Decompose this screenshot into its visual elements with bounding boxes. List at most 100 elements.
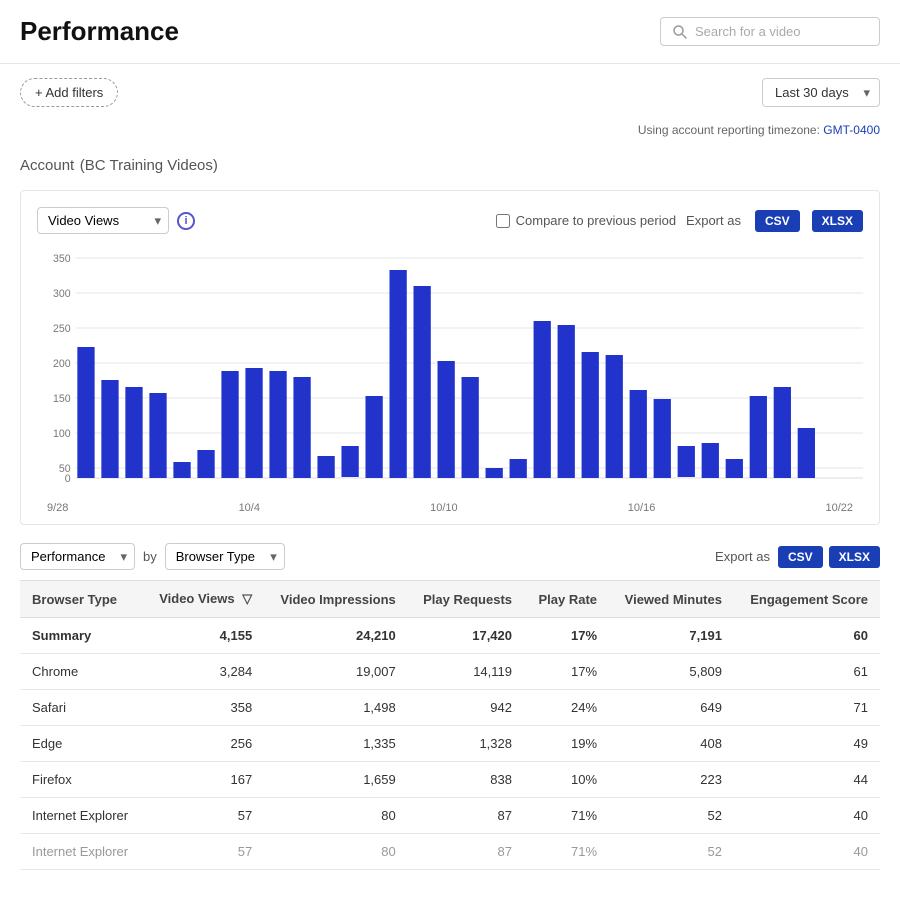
cell-viewed-minutes: 52 — [609, 798, 734, 834]
cell-video-impressions: 19,007 — [264, 654, 408, 690]
svg-text:350: 350 — [53, 253, 71, 265]
summary-label: Summary — [20, 618, 144, 654]
cell-video-impressions: 1,335 — [264, 726, 408, 762]
table-row: Internet Explorer 57 80 87 71% 52 40 — [20, 798, 880, 834]
cell-video-views: 57 — [144, 798, 265, 834]
table-section: Performance by Browser Type Device Type … — [20, 543, 880, 870]
metric-select-wrap: Video Views Play Rate Viewed Minutes — [37, 207, 169, 234]
browser-select-wrap: Browser Type Device Type Country — [165, 543, 285, 570]
cell-video-views: 256 — [144, 726, 265, 762]
table-row: Firefox 167 1,659 838 10% 223 44 — [20, 762, 880, 798]
search-icon — [673, 25, 687, 39]
svg-text:200: 200 — [53, 358, 71, 370]
perf-select-wrap: Performance — [20, 543, 135, 570]
summary-row: Summary 4,155 24,210 17,420 17% 7,191 60 — [20, 618, 880, 654]
compare-label[interactable]: Compare to previous period — [496, 213, 676, 228]
col-browser-type: Browser Type — [20, 581, 144, 618]
summary-video-views: 4,155 — [144, 618, 265, 654]
table-row: Safari 358 1,498 942 24% 649 71 — [20, 690, 880, 726]
chart-toolbar-right: Compare to previous period Export as CSV… — [496, 210, 863, 232]
add-filters-button[interactable]: + Add filters — [20, 78, 118, 107]
cell-video-views: 3,284 — [144, 654, 265, 690]
performance-table: Browser Type Video Views ▽ Video Impress… — [20, 580, 880, 870]
cell-engagement-score: 61 — [734, 654, 880, 690]
summary-play-rate: 17% — [524, 618, 609, 654]
info-icon[interactable]: i — [177, 212, 195, 230]
col-video-views[interactable]: Video Views ▽ — [144, 581, 265, 618]
performance-select[interactable]: Performance — [20, 543, 135, 570]
cell-play-requests: 87 — [408, 798, 524, 834]
table-xlsx-button[interactable]: XLSX — [829, 546, 880, 568]
cell-browser: Firefox — [20, 762, 144, 798]
date-range-select-wrap: Last 30 days Last 7 days Last 90 days — [762, 78, 880, 107]
svg-text:150: 150 — [53, 393, 71, 405]
chart-toolbar: Video Views Play Rate Viewed Minutes i C… — [37, 207, 863, 234]
browser-type-select[interactable]: Browser Type Device Type Country — [165, 543, 285, 570]
date-range-select[interactable]: Last 30 days Last 7 days Last 90 days — [762, 78, 880, 107]
cell-browser: Chrome — [20, 654, 144, 690]
svg-text:300: 300 — [53, 288, 71, 300]
col-play-rate: Play Rate — [524, 581, 609, 618]
cell-engagement-score: 71 — [734, 690, 880, 726]
cell-viewed-minutes: 5,809 — [609, 654, 734, 690]
cell-video-impressions: 80 — [264, 798, 408, 834]
cell-browser: Internet Explorer — [20, 798, 144, 834]
chart-toolbar-left: Video Views Play Rate Viewed Minutes i — [37, 207, 195, 234]
col-engagement-score: Engagement Score — [734, 581, 880, 618]
table-toolbar: Performance by Browser Type Device Type … — [20, 543, 880, 570]
col-viewed-minutes: Viewed Minutes — [609, 581, 734, 618]
cell-browser: Edge — [20, 726, 144, 762]
col-video-impressions: Video Impressions — [264, 581, 408, 618]
table-header-row: Browser Type Video Views ▽ Video Impress… — [20, 581, 880, 618]
cell-play-rate: 24% — [524, 690, 609, 726]
summary-play-requests: 17,420 — [408, 618, 524, 654]
search-placeholder: Search for a video — [695, 24, 801, 39]
timezone-link[interactable]: GMT-0400 — [823, 123, 880, 137]
cell-play-requests: 838 — [408, 762, 524, 798]
cell-video-impressions: 1,498 — [264, 690, 408, 726]
svg-text:100: 100 — [53, 428, 71, 440]
svg-text:250: 250 — [53, 323, 71, 335]
cell-viewed-minutes: 649 — [609, 690, 734, 726]
cell-play-requests: 1,328 — [408, 726, 524, 762]
chart-svg: 350 300 250 200 150 100 50 0 — [37, 248, 863, 498]
table-row: Edge 256 1,335 1,328 19% 408 49 — [20, 726, 880, 762]
summary-video-impressions: 24,210 — [264, 618, 408, 654]
metric-select[interactable]: Video Views Play Rate Viewed Minutes — [37, 207, 169, 234]
cell-play-rate: 71% — [524, 798, 609, 834]
chart-x-labels: 9/28 10/4 10/10 10/16 10/22 — [37, 498, 863, 514]
summary-viewed-minutes: 7,191 — [609, 618, 734, 654]
cell-play-requests: 14,119 — [408, 654, 524, 690]
table-csv-button[interactable]: CSV — [778, 546, 823, 568]
col-play-requests: Play Requests — [408, 581, 524, 618]
compare-checkbox[interactable] — [496, 214, 510, 228]
svg-text:0: 0 — [65, 473, 71, 485]
table-row: Chrome 3,284 19,007 14,119 17% 5,809 61 — [20, 654, 880, 690]
page-title: Performance — [20, 16, 179, 47]
cell-engagement-score: 44 — [734, 762, 880, 798]
chart-section: Video Views Play Rate Viewed Minutes i C… — [20, 190, 880, 525]
table-toolbar-left: Performance by Browser Type Device Type … — [20, 543, 285, 570]
cell-viewed-minutes: 223 — [609, 762, 734, 798]
chart-area: 350 300 250 200 150 100 50 0 — [37, 248, 863, 498]
timezone-note: Using account reporting timezone: GMT-04… — [0, 121, 900, 147]
cell-video-impressions: 1,659 — [264, 762, 408, 798]
cell-play-rate: 19% — [524, 726, 609, 762]
table-toolbar-right: Export as CSV XLSX — [715, 546, 880, 568]
cell-play-requests: 942 — [408, 690, 524, 726]
toolbar: + Add filters Last 30 days Last 7 days L… — [0, 64, 900, 121]
section-title: Account (BC Training Videos) — [0, 147, 900, 190]
cell-viewed-minutes: 408 — [609, 726, 734, 762]
search-box[interactable]: Search for a video — [660, 17, 880, 46]
chart-csv-button[interactable]: CSV — [755, 210, 800, 232]
cell-play-rate: 10% — [524, 762, 609, 798]
cell-browser: Safari — [20, 690, 144, 726]
cell-engagement-score: 40 — [734, 798, 880, 834]
cell-video-views: 167 — [144, 762, 265, 798]
chart-xlsx-button[interactable]: XLSX — [812, 210, 863, 232]
cell-play-rate: 17% — [524, 654, 609, 690]
cell-video-views: 358 — [144, 690, 265, 726]
summary-engagement-score: 60 — [734, 618, 880, 654]
partial-row: Internet Explorer 57 80 87 71% 52 40 — [20, 834, 880, 870]
cell-engagement-score: 49 — [734, 726, 880, 762]
